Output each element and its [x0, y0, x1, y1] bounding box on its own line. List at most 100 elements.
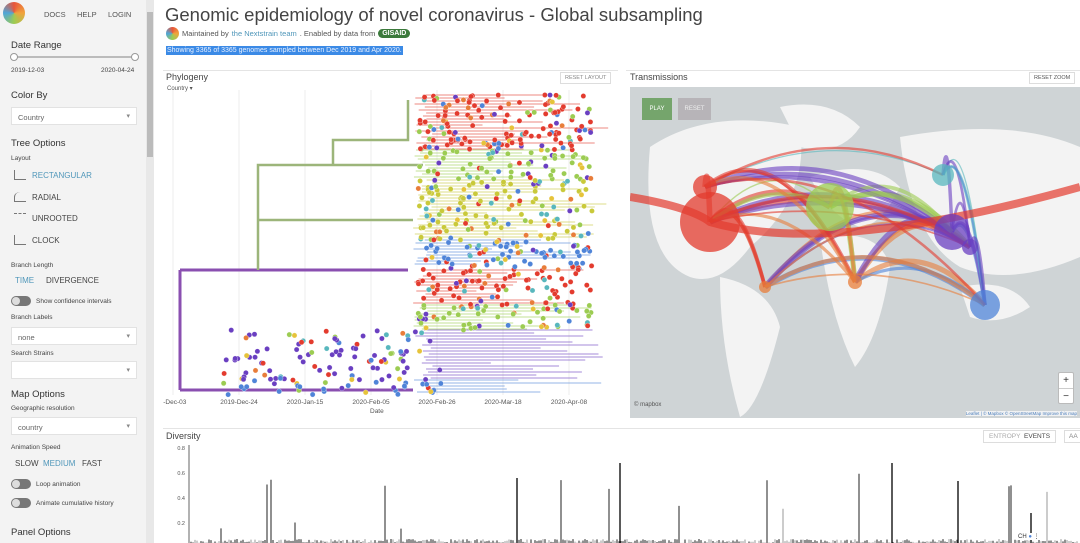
tip	[320, 386, 327, 392]
tip	[416, 163, 423, 170]
tip	[579, 260, 586, 266]
play-button[interactable]: PLAY	[642, 98, 672, 120]
tip	[423, 311, 429, 317]
tip	[453, 221, 459, 227]
tip	[373, 379, 379, 386]
speed-slow[interactable]: SLOW	[15, 459, 39, 468]
layout-radial[interactable]: RADIAL	[14, 192, 61, 202]
tip	[569, 289, 575, 295]
tip	[536, 133, 542, 140]
tip	[484, 169, 490, 175]
date-range-slider[interactable]	[14, 56, 136, 58]
phylogeny-tree[interactable]: 9-Dec-03 2019-Dec-24 2020-Jan-15 2020-Feb-0…	[163, 90, 618, 420]
sidebar-scroll-thumb[interactable]	[147, 12, 153, 157]
tip	[450, 292, 457, 299]
tip	[272, 375, 279, 382]
speed-medium[interactable]: MEDIUM	[43, 459, 75, 468]
panel-options-heading: Panel Options	[11, 527, 71, 538]
tip	[404, 365, 410, 371]
tip	[568, 142, 575, 149]
tree-tick-label: 2020-Feb-05	[352, 399, 390, 406]
tip	[345, 382, 351, 389]
events-tab[interactable]: EVENTS	[1024, 433, 1050, 440]
tip	[454, 110, 460, 117]
branch-labels-label: Branch Labels	[11, 314, 53, 321]
entropy-y-tick: 0.8	[177, 446, 185, 452]
zoom-out-button[interactable]: −	[1059, 389, 1073, 404]
tip	[498, 260, 504, 266]
tip	[466, 146, 473, 152]
tip	[469, 278, 476, 284]
reset-animation-button[interactable]: RESET	[678, 98, 711, 120]
gisaid-logo[interactable]: GISAID	[378, 29, 411, 38]
tip	[474, 305, 481, 311]
tip	[454, 97, 461, 104]
tip	[460, 327, 467, 333]
reset-layout-button[interactable]: RESET LAYOUT	[560, 72, 612, 84]
tip	[440, 117, 447, 124]
tip	[425, 168, 431, 174]
confidence-toggle[interactable]	[11, 296, 31, 306]
tip	[588, 175, 594, 182]
tip	[423, 206, 429, 212]
entropy-tab[interactable]: ENTROPY	[989, 433, 1020, 440]
maintainer-line: Maintained by the Nextstrain team. Enabl…	[166, 27, 411, 40]
zoom-icon[interactable]: ●	[1028, 534, 1032, 540]
layout-clock[interactable]: CLOCK	[14, 235, 60, 245]
tip	[433, 183, 439, 190]
tip	[556, 221, 562, 228]
tip	[442, 112, 448, 119]
tip	[467, 161, 473, 167]
tip	[388, 350, 394, 357]
tip	[455, 311, 461, 318]
cumulative-history-toggle[interactable]	[11, 498, 31, 508]
tip	[510, 311, 516, 317]
docs-link[interactable]: DOCS	[44, 10, 66, 19]
layout-label: Layout	[11, 155, 31, 162]
map-attribution[interactable]: Leaflet | © Mapbox © OpenStreetMap Impro…	[965, 411, 1077, 416]
branch-labels-select[interactable]: none	[11, 327, 137, 345]
reset-zoom-button[interactable]: RESET ZOOM	[1029, 72, 1076, 84]
cumulative-history-label: Animate cumulative history	[36, 500, 114, 507]
entropy-chart[interactable]: 0.8 0.6 0.4 0.2	[163, 440, 1080, 543]
date-range-start-handle[interactable]	[10, 53, 18, 61]
tip	[446, 310, 453, 316]
tip	[417, 117, 423, 124]
layout-unrooted[interactable]: UNROOTED	[14, 213, 78, 223]
tip	[516, 118, 523, 124]
tip	[443, 104, 449, 111]
tip	[466, 174, 473, 180]
tip	[243, 335, 249, 341]
tip	[577, 136, 584, 142]
tip	[494, 239, 500, 245]
branch-divergence-option[interactable]: DIVERGENCE	[46, 276, 99, 285]
nextstrain-logo[interactable]	[3, 2, 25, 24]
search-strains-input[interactable]	[11, 361, 137, 379]
login-link[interactable]: LOGIN	[108, 10, 131, 19]
tip	[570, 224, 577, 231]
tip	[540, 125, 546, 132]
help-link[interactable]: HELP	[77, 10, 97, 19]
layout-rectangular[interactable]: RECTANGULAR	[14, 170, 92, 180]
tip	[360, 333, 366, 339]
transmission-map[interactable]	[630, 87, 1080, 418]
tip	[316, 367, 323, 374]
tip	[527, 261, 533, 267]
tip	[267, 376, 274, 382]
maintainer-link[interactable]: the Nextstrain team	[232, 29, 297, 38]
loop-animation-toggle[interactable]	[11, 479, 31, 489]
color-by-select[interactable]: Country	[11, 107, 137, 125]
branch-time-option[interactable]: TIME	[15, 276, 34, 285]
tip	[504, 112, 510, 118]
geo-resolution-select[interactable]: country	[11, 417, 137, 435]
tip	[436, 259, 442, 266]
tip	[578, 192, 585, 198]
speed-fast[interactable]: FAST	[82, 459, 102, 468]
tip	[483, 98, 490, 104]
tip	[580, 154, 587, 161]
date-range-end-handle[interactable]	[131, 53, 139, 61]
tip	[400, 358, 406, 364]
tip	[461, 322, 467, 328]
tip	[466, 99, 472, 106]
zoom-in-button[interactable]: +	[1059, 373, 1073, 389]
